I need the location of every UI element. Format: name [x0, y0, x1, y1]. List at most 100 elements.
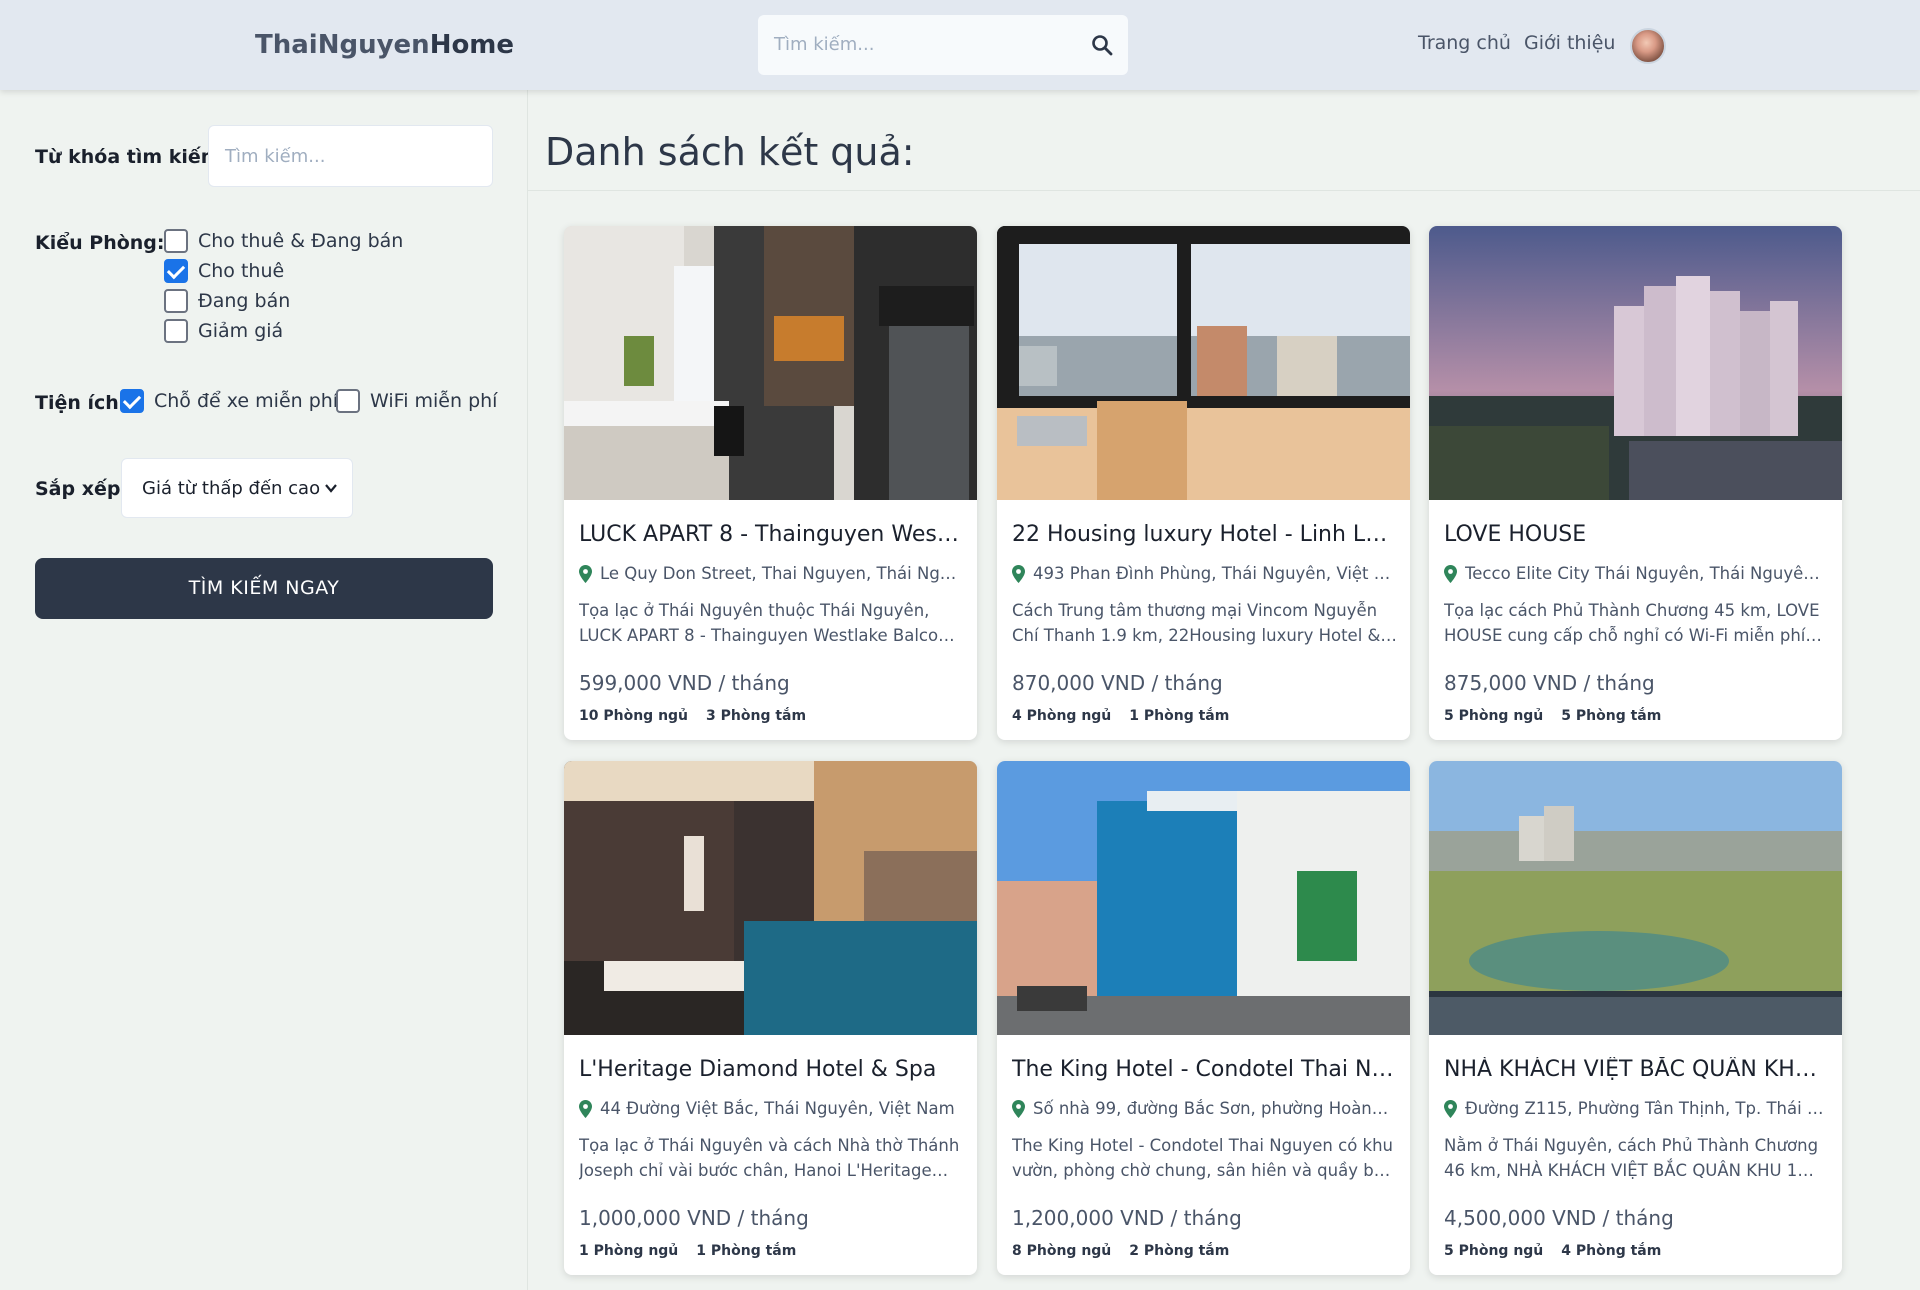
sort-select[interactable]: Giá từ thấp đến cao	[121, 458, 353, 518]
bedroom-count: 8 Phòng ngủ	[1012, 1243, 1112, 1259]
card-address: Tecco Elite City Thái Nguyên, Thái Nguyê…	[1444, 564, 1829, 583]
address-text: Số nhà 99, đường Bắc Sơn, phường Hoàng V…	[1033, 1099, 1397, 1118]
amenity-free-parking[interactable]: Chỗ để xe miễn phí	[120, 389, 338, 413]
card-room-info: 5 Phòng ngủ 5 Phòng tắm	[1444, 708, 1661, 724]
checkbox[interactable]	[164, 289, 188, 313]
sort-selected-value: Giá từ thấp đến cao	[142, 478, 321, 499]
keyword-input[interactable]: Tìm kiếm...	[208, 125, 493, 187]
bathroom-count: 2 Phòng tắm	[1129, 1243, 1230, 1259]
bedroom-count: 5 Phòng ngủ	[1444, 708, 1544, 724]
card-title[interactable]: 22 Housing luxury Hotel - Linh Lang	[1012, 522, 1397, 547]
property-card[interactable]: L'Heritage Diamond Hotel & Spa 44 Đường …	[564, 761, 977, 1275]
address-text: Le Quy Don Street, Thai Nguyen, Thái Ngu…	[600, 564, 964, 583]
card-title[interactable]: LOVE HOUSE	[1444, 522, 1829, 547]
card-room-info: 4 Phòng ngủ 1 Phòng tắm	[1012, 708, 1229, 724]
apartment-kitchen-photo[interactable]	[564, 226, 977, 500]
card-title[interactable]: LUCK APART 8 - Thainguyen Westlake Balco…	[579, 522, 964, 547]
address-text: 493 Phan Đình Phùng, Thái Nguyên, Việt N…	[1033, 564, 1397, 583]
option-label: Cho thuê	[198, 260, 285, 282]
checkbox[interactable]	[164, 229, 188, 253]
card-price: 1,200,000 VND / tháng	[1012, 1206, 1242, 1230]
room-type-option-rent[interactable]: Cho thuê	[164, 259, 284, 283]
nav-home-link[interactable]: Trang chủ	[1418, 32, 1511, 54]
card-price: 870,000 VND / tháng	[1012, 671, 1223, 695]
room-type-option-rent-sale[interactable]: Cho thuê & Đang bán	[164, 229, 403, 253]
bathroom-count: 4 Phòng tắm	[1561, 1243, 1662, 1259]
room-type-option-discount[interactable]: Giảm giá	[164, 319, 283, 343]
address-text: 44 Đường Việt Bắc, Thái Nguyên, Việt Nam	[600, 1099, 955, 1118]
card-price: 599,000 VND / tháng	[579, 671, 790, 695]
property-card[interactable]: 22 Housing luxury Hotel - Linh Lang 493 …	[997, 226, 1410, 740]
chevron-down-icon	[325, 484, 337, 493]
bathroom-count: 3 Phòng tắm	[706, 708, 807, 724]
top-navbar: ThaiNguyenHome Tìm kiếm... Trang chủ Giớ…	[0, 0, 1920, 90]
results-heading: Danh sách kết quả:	[545, 130, 915, 174]
search-icon[interactable]	[1090, 33, 1114, 57]
property-card[interactable]: The King Hotel - Condotel Thai Nguyen Số…	[997, 761, 1410, 1275]
card-price: 1,000,000 VND / tháng	[579, 1206, 809, 1230]
card-room-info: 5 Phòng ngủ 4 Phòng tắm	[1444, 1243, 1661, 1259]
high-rise-towers-photo[interactable]	[1429, 226, 1842, 500]
keyword-placeholder: Tìm kiếm...	[225, 146, 326, 167]
checkbox-checked[interactable]	[164, 259, 188, 283]
property-card[interactable]: LUCK APART 8 - Thainguyen Westlake Balco…	[564, 226, 977, 740]
checkbox[interactable]	[164, 319, 188, 343]
card-description: The King Hotel - Condotel Thai Nguyen có…	[1012, 1136, 1394, 1180]
card-title[interactable]: L'Heritage Diamond Hotel & Spa	[579, 1057, 964, 1082]
bedroom-count: 5 Phòng ngủ	[1444, 1243, 1544, 1259]
room-type-label: Kiểu Phòng:	[35, 232, 165, 254]
card-room-info: 8 Phòng ngủ 2 Phòng tắm	[1012, 1243, 1229, 1259]
option-label: WiFi miễn phí	[370, 390, 498, 412]
amenity-free-wifi[interactable]: WiFi miễn phí	[336, 389, 497, 413]
room-type-option-sale[interactable]: Đang bán	[164, 289, 290, 313]
hotel-lounge-photo[interactable]	[564, 761, 977, 1035]
hotel-window-city-view-photo[interactable]	[997, 226, 1410, 500]
sort-label: Sắp xếp:	[35, 478, 129, 500]
bedroom-count: 1 Phòng ngủ	[579, 1243, 679, 1259]
card-description: Tọa lạc cách Phủ Thành Chương 45 km, LOV…	[1444, 601, 1820, 645]
checkbox-checked[interactable]	[120, 389, 144, 413]
location-pin-icon	[1012, 564, 1025, 583]
header-search-placeholder: Tìm kiếm...	[774, 34, 875, 55]
card-description: Cách Trung tâm thương mại Vincom Nguyễn …	[1012, 601, 1381, 645]
card-price: 875,000 VND / tháng	[1444, 671, 1655, 695]
option-label: Chỗ để xe miễn phí	[154, 390, 339, 412]
user-avatar[interactable]	[1630, 28, 1666, 64]
property-card[interactable]: LOVE HOUSE Tecco Elite City Thái Nguyên,…	[1429, 226, 1842, 740]
card-address: 44 Đường Việt Bắc, Thái Nguyên, Việt Nam	[579, 1099, 964, 1118]
location-pin-icon	[1012, 1099, 1025, 1118]
card-room-info: 1 Phòng ngủ 1 Phòng tắm	[579, 1243, 796, 1259]
card-title[interactable]: The King Hotel - Condotel Thai Nguyen	[1012, 1057, 1397, 1082]
option-label: Đang bán	[198, 290, 291, 312]
glass-hotel-building-photo[interactable]	[997, 761, 1410, 1035]
header-search-input[interactable]: Tìm kiếm...	[758, 15, 1128, 75]
park-landscape-photo[interactable]	[1429, 761, 1842, 1035]
address-text: Đường Z115, Phường Tân Thịnh, Tp. Thái N…	[1465, 1099, 1829, 1118]
keyword-label: Từ khóa tìm kiếm:	[35, 146, 229, 168]
card-title[interactable]: NHÀ KHÁCH VIỆT BẮC QUÂN KHU 1	[1444, 1057, 1829, 1082]
option-label: Giảm giá	[198, 320, 284, 342]
checkbox[interactable]	[336, 389, 360, 413]
bedroom-count: 10 Phòng ngủ	[579, 708, 689, 724]
card-room-info: 10 Phòng ngủ 3 Phòng tắm	[579, 708, 806, 724]
card-description: Tọa lạc ở Thái Nguyên thuộc Thái Nguyên,…	[579, 601, 959, 645]
nav-about-link[interactable]: Giới thiệu	[1524, 32, 1615, 54]
search-now-button[interactable]: TÌM KIẾM NGAY	[35, 558, 493, 619]
location-pin-icon	[1444, 1099, 1457, 1118]
bathroom-count: 5 Phòng tắm	[1561, 708, 1662, 724]
amenities-label: Tiện ích:	[35, 392, 127, 414]
location-pin-icon	[579, 564, 592, 583]
logo-text-part1: ThaiNguyen	[255, 30, 430, 60]
card-description: Tọa lạc ở Thái Nguyên và cách Nhà thờ Th…	[579, 1136, 960, 1180]
card-price: 4,500,000 VND / tháng	[1444, 1206, 1674, 1230]
card-address: Le Quy Don Street, Thai Nguyen, Thái Ngu…	[579, 564, 964, 583]
card-address: 493 Phan Đình Phùng, Thái Nguyên, Việt N…	[1012, 564, 1397, 583]
property-card[interactable]: NHÀ KHÁCH VIỆT BẮC QUÂN KHU 1 Đường Z115…	[1429, 761, 1842, 1275]
bedroom-count: 4 Phòng ngủ	[1012, 708, 1112, 724]
site-logo[interactable]: ThaiNguyenHome	[255, 30, 514, 60]
location-pin-icon	[1444, 564, 1457, 583]
card-address: Đường Z115, Phường Tân Thịnh, Tp. Thái N…	[1444, 1099, 1829, 1118]
location-pin-icon	[579, 1099, 592, 1118]
option-label: Cho thuê & Đang bán	[198, 230, 404, 252]
divider	[528, 190, 1920, 191]
